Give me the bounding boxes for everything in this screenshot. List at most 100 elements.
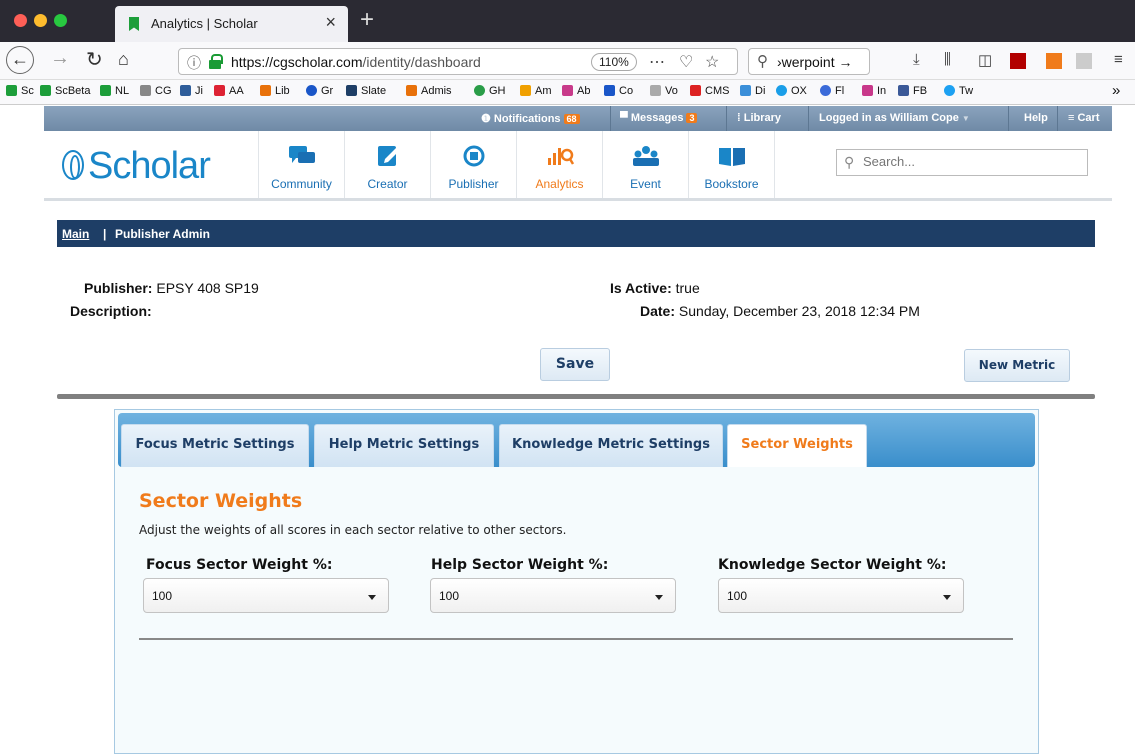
reload-icon[interactable]: ↻	[86, 47, 103, 72]
bookmark-icon	[740, 85, 751, 96]
messages-count-badge: 3	[686, 113, 698, 123]
tab-focus-metric-settings[interactable]: Focus Metric Settings	[121, 424, 309, 467]
bookmark-item[interactable]: In	[862, 85, 886, 97]
messages-link[interactable]: ▀ Messages 3	[620, 112, 698, 124]
bookmark-item[interactable]: Fl	[820, 85, 844, 97]
nav-event[interactable]: Event	[602, 131, 688, 198]
help-link[interactable]: Help	[1024, 112, 1048, 124]
bookmark-item[interactable]: Admis	[406, 85, 452, 97]
bookmark-icon	[346, 85, 357, 96]
analytics-chart-icon	[547, 148, 574, 165]
search-icon: ⚲	[844, 154, 855, 170]
bookmark-item[interactable]: Tw	[944, 85, 973, 97]
settings-tab-strip: Focus Metric Settings Help Metric Settin…	[118, 413, 1035, 467]
bookmark-item[interactable]: NL	[100, 85, 129, 97]
info-icon[interactable]: ⓘ	[187, 53, 201, 73]
account-menu[interactable]: Logged in as William Cope ▼	[819, 112, 970, 124]
bookmark-item[interactable]: Slate	[346, 85, 386, 97]
minimize-window-icon[interactable]	[34, 14, 47, 27]
bookmark-item[interactable]: FB	[898, 85, 927, 97]
page-actions-icon[interactable]: ⋯	[649, 52, 665, 72]
bookmark-item[interactable]: AA	[214, 85, 244, 97]
library-icon[interactable]: ⫼	[944, 51, 951, 68]
bookmark-item[interactable]: CG	[140, 85, 172, 97]
divider	[610, 106, 611, 131]
community-chat-icon	[288, 146, 315, 163]
bookmark-item[interactable]: Co	[604, 85, 633, 97]
maximize-window-icon[interactable]	[54, 14, 67, 27]
divider	[1008, 106, 1009, 131]
bookmark-icon	[562, 85, 573, 96]
date-value: Sunday, December 23, 2018 12:34 PM	[678, 303, 920, 319]
bookmark-item[interactable]: Gr	[306, 85, 333, 97]
nav-publisher[interactable]: Publisher	[430, 131, 516, 198]
site-search-input[interactable]	[863, 154, 1078, 169]
menu-icon[interactable]: ≡	[1114, 51, 1123, 68]
tab-sector-weights[interactable]: Sector Weights	[727, 424, 867, 467]
home-icon[interactable]: ⌂	[118, 49, 129, 70]
nav-creator[interactable]: Creator	[344, 131, 430, 198]
bookmark-item[interactable]: Sc	[6, 85, 34, 97]
library-link[interactable]: ⁞ Library	[737, 112, 781, 124]
tab-close-icon[interactable]: ×	[325, 12, 336, 33]
scholar-extension-icon[interactable]	[1046, 53, 1062, 69]
bookmark-icon	[214, 85, 225, 96]
nav-analytics[interactable]: Analytics	[516, 131, 602, 198]
back-icon[interactable]: ←	[6, 46, 34, 74]
browser-search-text[interactable]: ›werpoint →	[777, 54, 852, 70]
bookmark-item[interactable]: Am	[520, 85, 552, 97]
close-window-icon[interactable]	[14, 14, 27, 27]
url-text[interactable]: https://cgscholar.com/identity/dashboard	[231, 54, 481, 70]
tab-title: Analytics | Scholar	[151, 16, 258, 31]
nav-community[interactable]: Community	[258, 131, 344, 198]
bookstore-book-icon	[718, 148, 745, 166]
bookmarks-overflow-icon[interactable]: »	[1112, 82, 1120, 99]
sidebar-icon[interactable]: ◫	[978, 51, 992, 69]
zoom-level[interactable]: 110%	[591, 53, 637, 71]
bookmark-icon	[862, 85, 873, 96]
panel-divider	[139, 638, 1013, 640]
publisher-value: EPSY 408 SP19	[156, 280, 259, 296]
nav-bookstore[interactable]: Bookstore	[688, 131, 774, 198]
new-tab-icon[interactable]: +	[360, 6, 374, 34]
save-button[interactable]: Save	[540, 348, 610, 381]
divider	[726, 106, 727, 131]
cart-link[interactable]: ≡ Cart	[1068, 112, 1100, 124]
caret-down-icon	[943, 595, 951, 600]
divider	[774, 131, 775, 198]
knowledge-weight-select[interactable]: 100	[718, 578, 964, 613]
chevron-down-icon: ▼	[961, 114, 970, 123]
site-search-box[interactable]: ⚲	[836, 149, 1088, 176]
bookmark-item[interactable]: OX	[776, 85, 807, 97]
browser-tab[interactable]: Analytics | Scholar ×	[115, 6, 348, 42]
bookmark-item[interactable]: GH	[474, 85, 506, 97]
bookmark-item[interactable]: ScBeta	[40, 85, 90, 97]
url-bar[interactable]: ⓘ https://cgscholar.com/identity/dashboa…	[178, 48, 738, 75]
focus-weight-select[interactable]: 100	[143, 578, 389, 613]
new-metric-button[interactable]: New Metric	[964, 349, 1070, 382]
bookmark-item[interactable]: Di	[740, 85, 765, 97]
download-icon[interactable]: ⤓	[913, 51, 920, 68]
tab-help-metric-settings[interactable]: Help Metric Settings	[314, 424, 494, 467]
section-title: Sector Weights	[139, 490, 303, 512]
bookmark-item[interactable]: Ji	[180, 85, 203, 97]
browser-search-bar[interactable]: ⚲ ›werpoint →	[748, 48, 870, 75]
lock-icon[interactable]	[209, 54, 223, 69]
notifications-link[interactable]: ❶ Notifications 68	[481, 112, 580, 125]
bookmark-item[interactable]: CMS	[690, 85, 729, 97]
scholar-logo[interactable]: Scholar	[62, 145, 211, 188]
help-weight-select[interactable]: 100	[430, 578, 676, 613]
breadcrumb-main-link[interactable]: Main	[62, 227, 89, 241]
star-icon[interactable]: ☆	[705, 52, 719, 72]
forward-icon[interactable]: →	[50, 47, 70, 70]
extension-icon[interactable]	[1076, 53, 1092, 69]
bookmark-item[interactable]: Vo	[650, 85, 678, 97]
bookmark-icon	[40, 85, 51, 96]
date-field: Date: Sunday, December 23, 2018 12:34 PM	[640, 303, 920, 319]
divider	[1057, 106, 1058, 131]
bookmark-item[interactable]: Lib	[260, 85, 290, 97]
acrobat-icon[interactable]	[1010, 53, 1026, 69]
tab-knowledge-metric-settings[interactable]: Knowledge Metric Settings	[499, 424, 723, 467]
bookmark-item[interactable]: Ab	[562, 85, 590, 97]
pocket-icon[interactable]: ♡	[679, 52, 693, 72]
